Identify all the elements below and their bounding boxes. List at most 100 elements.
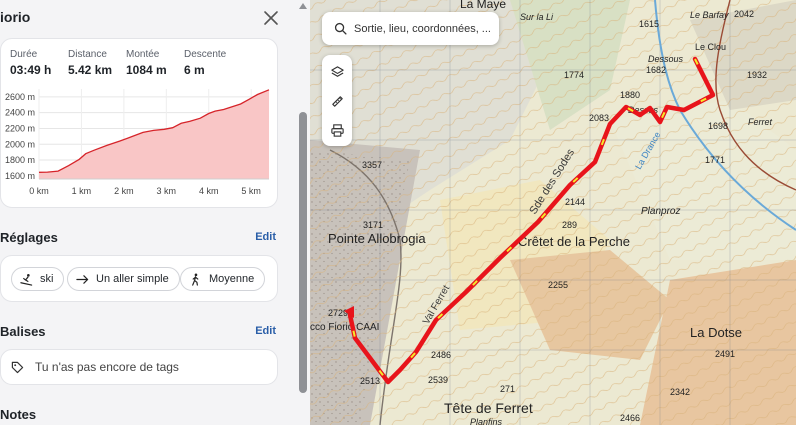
- label-1932: 1932: [747, 70, 767, 80]
- arrow-right-icon: [76, 274, 89, 284]
- ski-icon: [20, 273, 33, 286]
- route-details-panel: iorio Durée 03:49 h Distance 5.42 km Mon…: [0, 0, 296, 425]
- label-2513: 2513: [360, 376, 380, 386]
- label-planproz: Planproz: [641, 206, 680, 217]
- label-2144: 2144: [565, 197, 585, 207]
- stat-duration-value: 03:49 h: [10, 63, 52, 77]
- label-planfins: Planfins: [470, 417, 503, 425]
- chart-y-tick-label: 1600 m: [5, 171, 35, 181]
- label-2539: 2539: [428, 375, 448, 385]
- label-ferret-village: Ferret: [748, 117, 773, 127]
- chart-y-tick-label: 2400 m: [5, 108, 35, 118]
- label-2486: 2486: [431, 350, 451, 360]
- pace-chip[interactable]: Moyenne: [180, 267, 266, 291]
- stat-duration: Durée 03:49 h: [10, 49, 51, 77]
- chart-y-tick-label: 2600 m: [5, 92, 35, 102]
- label-1682: 1682: [646, 65, 666, 75]
- route-type-chip[interactable]: Un aller simple: [67, 267, 180, 291]
- label-la-dotse: La Dotse: [690, 325, 742, 340]
- search-icon: [334, 22, 347, 35]
- panel-scrollbar[interactable]: [296, 0, 310, 425]
- stat-duration-label: Durée: [10, 49, 38, 60]
- label-2729: 2729: [328, 308, 348, 318]
- stat-descent-label: Descente: [184, 49, 227, 60]
- tags-section-title: Balises: [0, 324, 46, 339]
- map-tools-toolbar: [322, 55, 352, 146]
- topo-map[interactable]: La Drance La Maye Le Barfay 2042 Le Clou…: [310, 0, 796, 425]
- stat-ascent-value: 1084 m: [126, 63, 167, 77]
- label-3171: 3171: [363, 220, 383, 230]
- label-1698: 1698: [708, 121, 728, 131]
- activity-chip-label: ski: [40, 273, 54, 285]
- chart-y-tick-label: 1800 m: [5, 155, 35, 165]
- label-pointe-allobrogia: Pointe Allobrogia: [328, 231, 426, 246]
- tags-card[interactable]: Tu n'as pas encore de tags: [0, 349, 278, 385]
- label-le-barfay: Le Barfay: [690, 10, 729, 20]
- label-la-maye: La Maye: [460, 0, 506, 11]
- scrollbar-thumb[interactable]: [299, 112, 307, 393]
- label-rifugio-fiorio: cco Fiorio CAAI: [310, 322, 379, 333]
- settings-section-title: Réglages: [0, 230, 58, 245]
- tags-edit-link[interactable]: Edit: [255, 325, 276, 337]
- tags-empty-text: Tu n'as pas encore de tags: [35, 360, 179, 374]
- stat-descent: Descente 6 m: [184, 49, 226, 77]
- map-search-box[interactable]: [322, 12, 499, 45]
- label-271: 271: [500, 384, 515, 394]
- map-search-input[interactable]: [354, 22, 499, 35]
- label-2491: 2491: [715, 349, 735, 359]
- chart-y-tick-label: 2200 m: [5, 123, 35, 133]
- tag-icon: [11, 361, 24, 374]
- chart-x-tick-label: 4 km: [199, 186, 219, 196]
- chart-y-tick-label: 2000 m: [5, 139, 35, 149]
- stat-distance-label: Distance: [68, 49, 107, 60]
- chart-x-tick-label: 2 km: [114, 186, 134, 196]
- elevation-profile-chart[interactable]: 1600 m 1800 m 2000 m 2200 m 2400 m 2600 m 0 km…: [1, 83, 279, 205]
- print-button[interactable]: [322, 115, 352, 145]
- chart-x-tick-label: 5 km: [241, 186, 261, 196]
- settings-card: ski Un aller simple Moyenne: [0, 255, 278, 302]
- label-dessous: Dessous: [648, 54, 684, 64]
- activity-chip[interactable]: ski: [11, 267, 65, 291]
- stat-distance-value: 5.42 km: [68, 63, 113, 77]
- stat-distance: Distance 5.42 km: [68, 49, 112, 77]
- chart-x-tick-label: 3 km: [157, 186, 177, 196]
- layers-button[interactable]: [322, 57, 352, 87]
- route-stats-card: Durée 03:49 h Distance 5.42 km Montée 10…: [0, 38, 278, 208]
- map-canvas[interactable]: La Drance La Maye Le Barfay 2042 Le Clou…: [310, 0, 796, 425]
- label-1880: 1880: [620, 90, 640, 100]
- hiker-icon: [192, 273, 199, 286]
- close-icon: [264, 11, 278, 25]
- pace-chip-label: Moyenne: [209, 273, 255, 285]
- label-2042: 2042: [734, 9, 754, 19]
- ruler-icon: [331, 95, 343, 107]
- notes-section-title: Notes: [0, 407, 37, 422]
- label-1771: 1771: [705, 155, 725, 165]
- close-button[interactable]: [262, 9, 280, 27]
- contour-lines: [310, 0, 796, 425]
- chart-x-tick-label: 1 km: [72, 186, 92, 196]
- label-le-clou: Le Clou: [695, 42, 726, 52]
- label-3357: 3357: [362, 160, 382, 170]
- layers-icon: [330, 65, 344, 77]
- label-2083: 2083: [589, 113, 609, 123]
- stat-ascent: Montée 1084 m: [126, 49, 167, 77]
- label-tete-de-ferret: Tête de Ferret: [444, 400, 533, 416]
- route-title: iorio: [0, 9, 31, 25]
- route-type-chip-label: Un aller simple: [96, 273, 169, 285]
- settings-edit-link[interactable]: Edit: [255, 231, 276, 243]
- scroll-up-arrow-icon[interactable]: [299, 3, 307, 9]
- chart-x-tick-label: 0 km: [29, 186, 49, 196]
- chart-elevation-area: [39, 89, 269, 179]
- label-2342: 2342: [670, 387, 690, 397]
- measure-button[interactable]: [322, 86, 352, 116]
- label-cretet-de-la-perche: Crêtet de la Perche: [518, 234, 630, 249]
- label-1615: 1615: [639, 19, 659, 29]
- label-1774: 1774: [564, 70, 584, 80]
- print-icon: [330, 123, 344, 137]
- stat-descent-value: 6 m: [184, 63, 205, 77]
- label-289: 289: [562, 220, 577, 230]
- label-2255: 2255: [548, 280, 568, 290]
- label-2466: 2466: [620, 413, 640, 423]
- stat-ascent-label: Montée: [126, 49, 160, 60]
- label-sur-la-li: Sur la Li: [520, 12, 554, 22]
